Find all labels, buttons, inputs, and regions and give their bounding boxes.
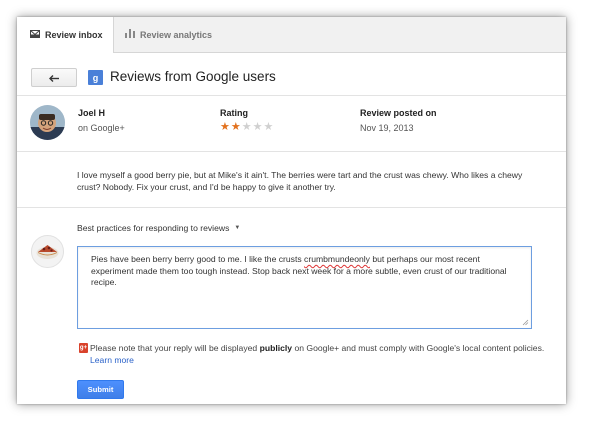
learn-more-link[interactable]: Learn more: [90, 355, 134, 365]
misspelled-word: crumbmundeonly: [304, 254, 370, 264]
best-practices-label: Best practices for responding to reviews: [77, 223, 230, 233]
back-arrow-icon: [48, 69, 60, 87]
back-button[interactable]: [31, 68, 77, 87]
reply-text-start: Pies have been berry berry good to me. I…: [91, 254, 305, 264]
notice-bold: publicly: [259, 343, 293, 353]
reviewer-name: Joel H: [78, 108, 106, 118]
divider: [17, 95, 566, 96]
badge-text: g: [92, 72, 99, 83]
reply-text: Pies have been berry berry good to me. I…: [91, 254, 521, 289]
reviewer-source: on Google+: [78, 123, 125, 133]
reviews-window: Review inbox Review analytics g Reviews …: [17, 17, 566, 404]
review-text: I love myself a good berry pie, but at M…: [77, 170, 523, 192]
tab-bar: Review inbox Review analytics: [17, 17, 566, 53]
tab-review-inbox[interactable]: Review inbox: [17, 17, 114, 53]
tab-review-analytics[interactable]: Review analytics: [125, 17, 212, 52]
google-plus-red-icon: g+: [79, 343, 88, 353]
tab-label: Review inbox: [45, 30, 103, 40]
envelope-icon: [30, 30, 45, 40]
rating-stars: ★ ★ ★ ★ ★: [220, 122, 273, 133]
public-reply-notice: Please note that your reply will be disp…: [90, 343, 550, 366]
star-icon: ★: [263, 121, 274, 133]
star-icon: ★: [252, 121, 263, 133]
star-icon: ★: [220, 121, 230, 133]
divider: [17, 151, 566, 152]
reviewer-avatar: [30, 105, 65, 140]
star-icon: ★: [230, 121, 241, 133]
resize-handle-icon[interactable]: [522, 319, 529, 326]
caret-down-icon: ▼: [234, 225, 241, 231]
google-plus-icon: g: [88, 70, 103, 85]
best-practices-dropdown[interactable]: Best practices for responding to reviews…: [77, 223, 240, 233]
date-label: Review posted on: [360, 108, 437, 118]
notice-suffix: on Google+ and must comply with Google's…: [292, 343, 545, 353]
submit-button[interactable]: Submit: [77, 380, 124, 399]
notice-prefix: Please note that your reply will be disp…: [90, 343, 260, 353]
rating-label: Rating: [220, 108, 248, 118]
divider: [17, 207, 566, 208]
reply-textarea[interactable]: Pies have been berry berry good to me. I…: [77, 246, 532, 329]
page-title: Reviews from Google users: [110, 69, 276, 84]
bar-chart-icon: [125, 29, 140, 40]
star-icon: ★: [241, 121, 252, 133]
business-avatar: [31, 235, 64, 268]
review-date: Nov 19, 2013: [360, 123, 414, 133]
tab-label: Review analytics: [140, 29, 213, 40]
notice-icon-text: g+: [79, 345, 88, 351]
